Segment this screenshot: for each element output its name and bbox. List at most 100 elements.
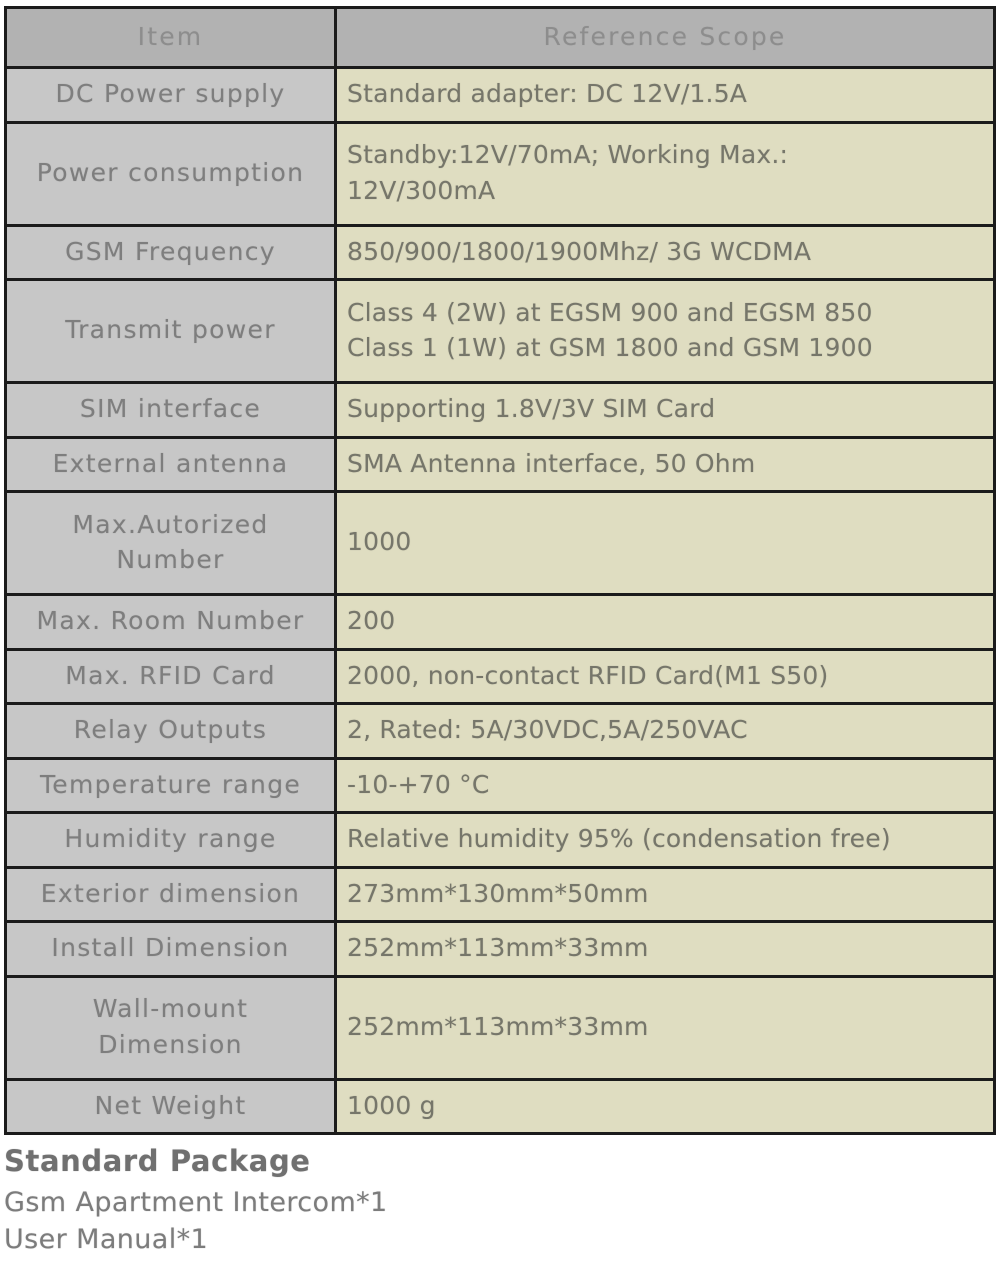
spec-scope-value: 2000, non-contact RFID Card(M1 S50) <box>337 651 993 703</box>
spec-scope-line: 252mm*113mm*33mm <box>347 1011 649 1041</box>
spec-scope-line: 273mm*130mm*50mm <box>347 878 649 908</box>
spec-item-cell: Transmit power <box>4 278 337 384</box>
spec-item-label: GSM Frequency <box>65 236 276 266</box>
spec-scope-line: 2000, non-contact RFID Card(M1 S50) <box>347 660 829 690</box>
spec-item-cell: Temperature range <box>4 756 337 814</box>
spec-scope-line: SMA Antenna interface, 50 Ohm <box>347 448 756 478</box>
spec-scope-line: 1000 <box>347 527 412 557</box>
spec-scope-value: 1000 <box>337 517 993 569</box>
spec-scope-line: 850/900/1800/1900Mhz/ 3G WCDMA <box>347 236 812 266</box>
spec-item-label: Exterior dimension <box>40 878 301 908</box>
spec-scope-value: -10-+70 °C <box>337 760 993 812</box>
spec-sheet-page: Item Reference Scope DC Power supply Stan… <box>0 0 1000 1281</box>
spec-scope-line: Class 4 (2W) at EGSM 900 and EGSM 850 <box>347 297 873 327</box>
spec-scope-cell: 252mm*113mm*33mm <box>334 920 996 978</box>
spec-scope-line: Supporting 1.8V/3V SIM Card <box>347 394 716 423</box>
spec-scope-value: 252mm*113mm*33mm <box>337 1002 993 1054</box>
table-row: Wall-mount Dimension 252mm*113mm*33mm <box>4 974 996 1081</box>
spec-item-label: Wall-mount Dimension <box>7 984 334 1071</box>
spec-scope-value: 850/900/1800/1900Mhz/ 3G WCDMA <box>337 227 993 279</box>
table-row: SIM interface Supporting 1.8V/3V SIM Card <box>4 381 996 439</box>
spec-item-cell: Wall-mount Dimension <box>4 974 337 1081</box>
table-row: Transmit power Class 4 (2W) at EGSM 900 a… <box>4 278 996 384</box>
spec-scope-line: 252mm*113mm*33mm <box>347 933 649 962</box>
spec-scope-cell: -10-+70 °C <box>334 756 996 814</box>
spec-item-cell: GSM Frequency <box>4 223 337 281</box>
spec-item-cell: Relay Outputs <box>4 702 337 760</box>
spec-item-cell: Install Dimension <box>4 920 337 978</box>
spec-item-label: DC Power supply <box>55 79 286 108</box>
column-header-scope-label: Reference Scope <box>543 21 787 51</box>
spec-scope-cell: 273mm*130mm*50mm <box>334 865 996 923</box>
spec-scope-line: Relative humidity 95% (condensation free… <box>347 824 891 853</box>
package-item-1: Gsm Apartment Intercom*1 <box>4 1187 388 1219</box>
spec-item-cell: Humidity range <box>4 811 337 869</box>
standard-package-section: Standard Package Gsm Apartment Intercom*… <box>4 1143 704 1258</box>
spec-scope-cell: 200 <box>334 593 996 651</box>
spec-scope-value: 252mm*113mm*33mm <box>337 923 993 975</box>
spec-item-label: Power consumption <box>36 157 305 187</box>
spec-item-cell: External antenna <box>4 435 337 493</box>
spec-scope-value: Class 4 (2W) at EGSM 900 and EGSM 850 Cla… <box>337 288 993 375</box>
spec-item-cell: Max. Room Number <box>4 593 337 651</box>
spec-scope-cell: Standby:12V/70mA; Working Max.: 12V/300mA <box>334 120 996 227</box>
spec-scope-cell: SMA Antenna interface, 50 Ohm <box>334 435 996 493</box>
spec-item-label: Max.Autorized Number <box>7 500 334 587</box>
table-row: Power consumption Standby:12V/70mA; Worki… <box>4 120 996 227</box>
spec-item-cell: SIM interface <box>4 381 337 439</box>
spec-item-label: Temperature range <box>39 769 302 799</box>
spec-item-cell: Max.Autorized Number <box>4 490 337 596</box>
spec-scope-line: 1000 g <box>347 1090 436 1120</box>
spec-scope-cell: 2000, non-contact RFID Card(M1 S50) <box>334 647 996 705</box>
spec-scope-cell: 1000 <box>334 490 996 596</box>
table-row: Max.Autorized Number 1000 <box>4 490 996 596</box>
spec-item-label: Install Dimension <box>51 933 290 962</box>
table-row: Net Weight 1000 g <box>4 1077 996 1135</box>
spec-scope-cell: Standard adapter: DC 12V/1.5A <box>334 66 996 124</box>
spec-item-label-line: Max.Autorized <box>72 509 269 539</box>
spec-item-label: External antenna <box>52 448 289 478</box>
table-row: External antenna SMA Antenna interface, 5… <box>4 435 996 493</box>
spec-scope-value: Supporting 1.8V/3V SIM Card <box>337 384 993 436</box>
spec-item-label: Transmit power <box>65 315 276 345</box>
column-header-item-label: Item <box>137 21 204 51</box>
spec-scope-value: 1000 g <box>337 1081 993 1133</box>
spec-scope-line: Standard adapter: DC 12V/1.5A <box>347 79 748 108</box>
spec-item-cell: DC Power supply <box>4 66 337 124</box>
spec-item-label: SIM interface <box>79 394 262 423</box>
table-row: Temperature range -10-+70 °C <box>4 756 996 814</box>
spec-scope-value: Standby:12V/70mA; Working Max.: 12V/300mA <box>337 130 993 217</box>
table-row: Exterior dimension 273mm*130mm*50mm <box>4 865 996 923</box>
table-body: DC Power supply Standard adapter: DC 12V/… <box>4 66 996 1135</box>
spec-scope-value: Relative humidity 95% (condensation free… <box>337 814 993 866</box>
spec-scope-cell: Relative humidity 95% (condensation free… <box>334 811 996 869</box>
spec-item-label: Humidity range <box>64 824 277 853</box>
standard-package-title: Standard Package <box>4 1144 311 1178</box>
table-row: Humidity range Relative humidity 95% (con… <box>4 811 996 869</box>
spec-scope-cell: 850/900/1800/1900Mhz/ 3G WCDMA <box>334 223 996 281</box>
table-row: DC Power supply Standard adapter: DC 12V/… <box>4 66 996 124</box>
spec-item-cell: Net Weight <box>4 1077 337 1135</box>
table-row: Max. Room Number 200 <box>4 593 996 651</box>
spec-scope-line: Standby:12V/70mA; Working Max.: <box>347 140 789 169</box>
spec-scope-cell: 2, Rated: 5A/30VDC,5A/250VAC <box>334 702 996 760</box>
spec-item-label-line: Dimension <box>98 1029 243 1059</box>
specification-table: Item Reference Scope DC Power supply Stan… <box>4 6 996 1135</box>
table-header-row: Item Reference Scope <box>4 6 996 69</box>
spec-item-label: Relay Outputs <box>73 715 268 744</box>
spec-item-cell: Exterior dimension <box>4 865 337 923</box>
spec-scope-line: -10-+70 °C <box>347 769 490 799</box>
spec-scope-value: Standard adapter: DC 12V/1.5A <box>337 69 993 121</box>
table-row: Max. RFID Card 2000, non-contact RFID Car… <box>4 647 996 705</box>
spec-item-label: Net Weight <box>94 1090 247 1120</box>
spec-scope-cell: Class 4 (2W) at EGSM 900 and EGSM 850 Cla… <box>334 278 996 384</box>
column-header-scope: Reference Scope <box>334 6 996 69</box>
table-row: Install Dimension 252mm*113mm*33mm <box>4 920 996 978</box>
spec-item-label-line: Number <box>116 545 225 574</box>
spec-scope-line: Class 1 (1W) at GSM 1800 and GSM 1900 <box>347 333 873 362</box>
spec-scope-line: 12V/300mA <box>347 175 496 205</box>
spec-scope-value: 273mm*130mm*50mm <box>337 869 993 921</box>
table-row: GSM Frequency 850/900/1800/1900Mhz/ 3G WC… <box>4 223 996 281</box>
spec-item-cell: Power consumption <box>4 120 337 227</box>
spec-scope-cell: 252mm*113mm*33mm <box>334 974 996 1081</box>
